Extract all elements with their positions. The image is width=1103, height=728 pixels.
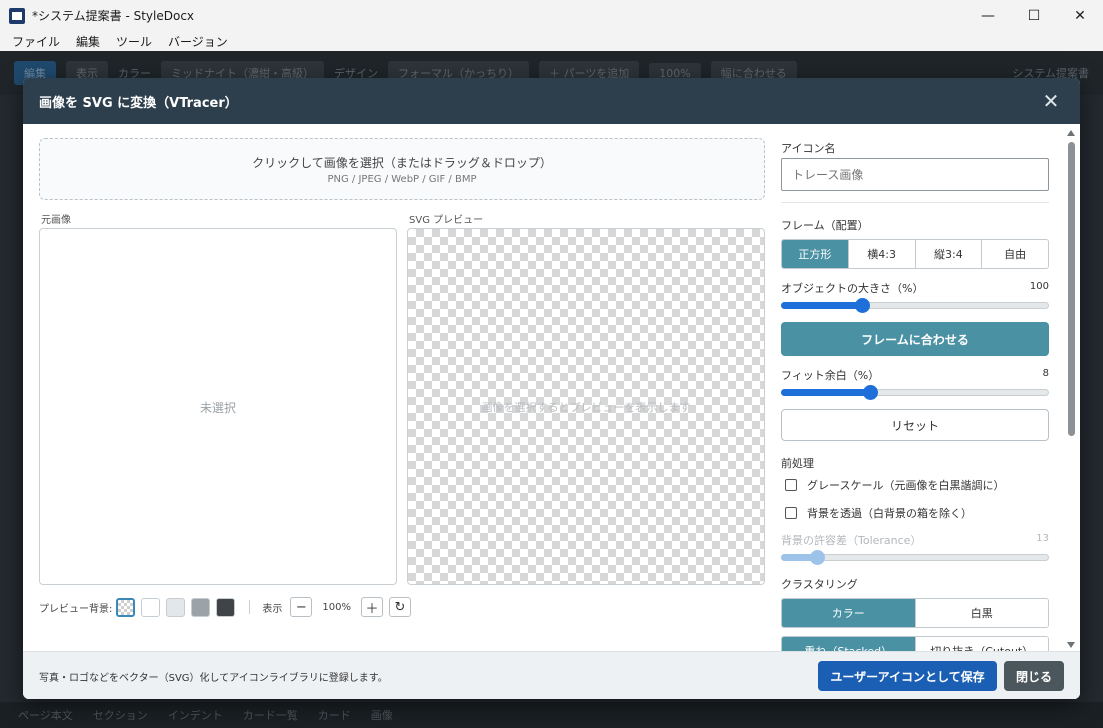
swatch-light-gray[interactable] [166, 597, 186, 617]
fit-margin-slider[interactable] [781, 385, 1049, 400]
frame-option-free[interactable]: 自由 [981, 240, 1048, 268]
menu-edit[interactable]: 編集 [68, 33, 108, 50]
title-bar: *システム提案書 - StyleDocx — ☐ ✕ [0, 0, 1103, 31]
swatch-gray[interactable] [191, 597, 211, 617]
minimize-button[interactable]: — [965, 0, 1011, 31]
preview-bg-label: プレビュー背景: [39, 603, 113, 615]
zoom-in-button[interactable]: ＋ [360, 597, 383, 617]
source-image-pane: 未選択 [39, 228, 397, 585]
grayscale-option[interactable]: グレースケール（元画像を白黒諧調に） [785, 477, 1004, 493]
grayscale-label: グレースケール（元画像を白黒諧調に） [807, 479, 1005, 492]
slider-fill [781, 302, 861, 309]
svg-preview-label: SVG プレビュー [409, 215, 484, 226]
frame-option-landscape[interactable]: 横4:3 [847, 240, 915, 268]
hierarchy-option-cutout[interactable]: 切り抜き（Cutout） [914, 637, 1048, 651]
section-divider [781, 202, 1049, 203]
zoom-value: 100% [322, 601, 351, 613]
swatch-white[interactable] [141, 597, 161, 617]
scroll-down-icon[interactable] [1067, 642, 1075, 648]
dialog-title: 画像を SVG に変換（VTracer） [39, 95, 238, 111]
clustering-label: クラスタリング [781, 578, 858, 591]
swatch-transparent[interactable] [116, 597, 136, 617]
reset-button[interactable]: リセット [781, 409, 1049, 441]
tolerance-label: 背景の許容差（Tolerance） [781, 534, 922, 547]
window-title: *システム提案書 - StyleDocx [32, 9, 195, 23]
preprocess-label: 前処理 [781, 457, 814, 470]
hierarchy-selector: 重ね（Stacked） 切り抜き（Cutout） [781, 636, 1049, 651]
frame-option-square[interactable]: 正方形 [782, 240, 848, 268]
slider-thumb[interactable] [863, 385, 878, 400]
menu-version[interactable]: バージョン [160, 33, 236, 50]
grayscale-checkbox[interactable] [785, 479, 797, 491]
clustering-option-bw[interactable]: 白黒 [914, 599, 1048, 627]
clustering-option-color[interactable]: カラー [782, 599, 915, 627]
icon-name-input[interactable] [781, 158, 1049, 191]
settings-panel: アイコン名 フレーム（配置） 正方形 横4:3 縦3:4 自由 オブジェクトの大… [781, 124, 1053, 651]
reset-view-icon[interactable]: ↻ [388, 597, 411, 617]
fit-margin-label: フィット余白（%） [781, 369, 880, 382]
menu-bar: ファイル 編集 ツール バージョン [0, 31, 1103, 51]
swatch-dark[interactable] [216, 597, 236, 617]
bg-bottom-tab: カード一覧 [242, 709, 298, 722]
tolerance-slider [781, 550, 1049, 565]
dropzone-main-text: クリックして画像を選択（またはドラッグ＆ドロップ） [252, 156, 552, 170]
fit-frame-button[interactable]: フレームに合わせる [781, 322, 1049, 356]
svg-empty-text: 画像を選択するとプレビューを表示します [481, 401, 691, 414]
frame-option-portrait[interactable]: 縦3:4 [914, 240, 982, 268]
menu-file[interactable]: ファイル [4, 33, 68, 50]
scroll-up-icon[interactable] [1067, 130, 1075, 136]
bg-bottom-tab: 画像 [370, 709, 393, 722]
app-icon [9, 7, 25, 24]
window-controls: — ☐ ✕ [965, 0, 1103, 31]
transparent-checkbox[interactable] [785, 507, 797, 519]
bg-bottom-tab: セクション [92, 709, 148, 722]
bg-bottom-tab: インデント [167, 709, 223, 722]
zoom-out-button[interactable]: − [290, 597, 313, 617]
frame-selector: 正方形 横4:3 縦3:4 自由 [781, 239, 1049, 269]
source-image-label: 元画像 [41, 215, 71, 226]
image-dropzone[interactable]: クリックして画像を選択（またはドラッグ＆ドロップ） PNG / JPEG / W… [39, 138, 765, 200]
bg-bottom-tab: ページ本文 [18, 709, 73, 722]
view-label: 表示 [262, 603, 283, 615]
menu-tools[interactable]: ツール [108, 33, 160, 50]
maximize-button[interactable]: ☐ [1011, 0, 1057, 31]
save-as-user-icon-button[interactable]: ユーザーアイコンとして保存 [818, 661, 997, 691]
icon-name-label: アイコン名 [781, 142, 836, 155]
slider-thumb [810, 550, 825, 565]
background-bottom-bar: ページ本文 セクション インデント カード一覧 カード 画像 [0, 702, 1103, 728]
slider-thumb[interactable] [855, 298, 870, 313]
window-close-button[interactable]: ✕ [1057, 0, 1103, 31]
svg-preview-pane: 画像を選択するとプレビューを表示します [407, 228, 765, 585]
scroll-thumb[interactable] [1068, 142, 1075, 436]
object-size-slider[interactable] [781, 298, 1049, 313]
footer-note: 写真・ロゴなどをベクター（SVG）化してアイコンライブラリに登録します。 [39, 673, 388, 684]
object-size-label: オブジェクトの大きさ（%） [781, 282, 924, 295]
dialog-header: 画像を SVG に変換（VTracer） ✕ [23, 78, 1080, 124]
preview-controls: プレビュー背景: 表示 − 100% ＋ ↻ [39, 596, 439, 618]
close-icon[interactable]: ✕ [1040, 90, 1062, 112]
hierarchy-option-stacked[interactable]: 重ね（Stacked） [782, 637, 915, 651]
source-empty-text: 未選択 [199, 401, 236, 415]
tolerance-value: 13 [1036, 533, 1049, 544]
frame-label: フレーム（配置） [781, 219, 869, 232]
divider [249, 600, 251, 614]
svg-convert-dialog: 画像を SVG に変換（VTracer） ✕ クリックして画像を選択（またはドラ… [23, 78, 1080, 699]
clustering-selector: カラー 白黒 [781, 598, 1049, 628]
dialog-footer: 写真・ロゴなどをベクター（SVG）化してアイコンライブラリに登録します。 ユーザ… [23, 651, 1080, 699]
dropzone-formats: PNG / JPEG / WebP / GIF / BMP [327, 174, 477, 185]
bg-bottom-tab: カード [317, 709, 351, 722]
close-button[interactable]: 閉じる [1004, 661, 1064, 691]
transparent-label: 背景を透過（白背景の箱を除く） [807, 507, 972, 520]
slider-fill [781, 389, 869, 396]
fit-margin-value: 8 [1042, 368, 1049, 379]
transparent-option[interactable]: 背景を透過（白背景の箱を除く） [785, 505, 972, 521]
object-size-value: 100 [1029, 281, 1049, 292]
settings-scrollbar[interactable] [1065, 128, 1079, 650]
